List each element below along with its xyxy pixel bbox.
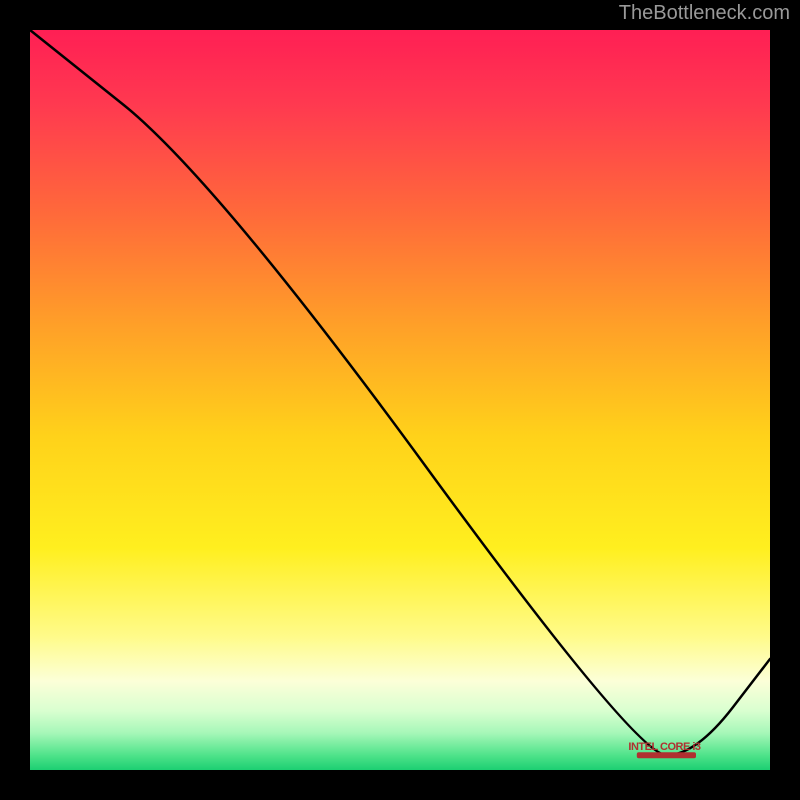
chart-frame: TheBottleneck.com INTEL CORE i3	[0, 0, 800, 800]
plot-background	[30, 30, 770, 770]
marker-label: INTEL CORE i3	[628, 741, 700, 753]
plot-outer-border: INTEL CORE i3	[30, 30, 770, 770]
plot-svg	[30, 30, 770, 770]
attribution-text: TheBottleneck.com	[619, 2, 790, 25]
